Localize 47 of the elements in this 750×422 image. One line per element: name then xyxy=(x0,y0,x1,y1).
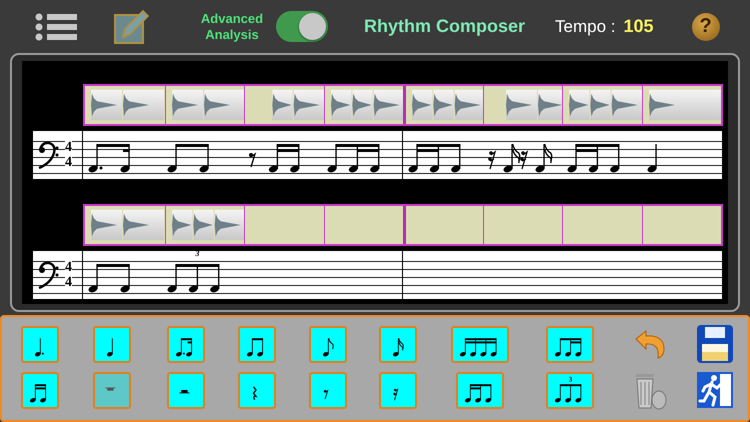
app-title: Rhythm Composer xyxy=(364,16,526,37)
rhythm-notes-drawing xyxy=(247,338,264,356)
note-value-button[interactable] xyxy=(167,326,205,362)
rhythm-notes-drawing xyxy=(554,384,582,402)
rhythm-notes-drawing xyxy=(568,144,620,172)
bass-clef-icon xyxy=(37,140,59,170)
note-value-button[interactable] xyxy=(379,326,417,362)
menu-icon[interactable] xyxy=(35,12,77,40)
note-value-button[interactable] xyxy=(456,372,504,408)
advanced-analysis-label: Advanced Analysis xyxy=(200,10,264,42)
save-icon[interactable] xyxy=(696,324,734,364)
rhythm-notes-drawing xyxy=(392,338,404,356)
note-value-button[interactable] xyxy=(450,326,510,362)
rhythm-notes-drawing xyxy=(104,387,116,391)
exit-icon[interactable] xyxy=(696,371,734,409)
rhythm-notes-drawing xyxy=(34,338,44,356)
rhythm-notes-drawing xyxy=(488,144,552,172)
rhythm-notes-drawing xyxy=(393,388,398,401)
note-value-button[interactable] xyxy=(309,326,347,362)
tempo-value[interactable]: 105 xyxy=(624,16,654,37)
tempo-label: Tempo : xyxy=(555,16,616,36)
analysis-toggle[interactable] xyxy=(276,11,328,42)
note-value-button[interactable] xyxy=(546,326,594,362)
rhythm-notes-drawing xyxy=(324,390,328,400)
rhythm-notes-drawing xyxy=(252,386,256,400)
help-button[interactable]: ? xyxy=(692,12,720,40)
rhythm-notes-drawing xyxy=(30,384,46,402)
triplet-number: 3 xyxy=(195,249,200,258)
note-value-button[interactable] xyxy=(238,326,276,362)
rhythm-notes-drawing xyxy=(88,264,130,292)
rhythm-notes-drawing xyxy=(168,264,220,292)
rhythm-notes-drawing xyxy=(322,338,334,356)
rhythm-notes-drawing xyxy=(648,144,657,172)
rhythm-notes-drawing xyxy=(178,390,190,394)
rhythm-notes-drawing xyxy=(168,144,209,172)
rhythm-notes-drawing xyxy=(464,384,492,402)
rhythm-notes-drawing xyxy=(106,338,112,356)
rhythm-notes-drawing xyxy=(176,338,192,356)
rhythm-notes-drawing xyxy=(554,338,582,356)
edit-icon[interactable] xyxy=(113,8,149,44)
rhythm-notes-drawing xyxy=(328,144,380,172)
rhythm-notes-drawing xyxy=(249,144,300,172)
rhythm-notes-drawing xyxy=(460,338,496,356)
bass-clef-icon xyxy=(37,260,59,290)
rhythm-notes-drawing xyxy=(408,144,460,172)
note-value-button[interactable] xyxy=(21,372,59,408)
rhythm-notes-drawing xyxy=(88,144,130,172)
